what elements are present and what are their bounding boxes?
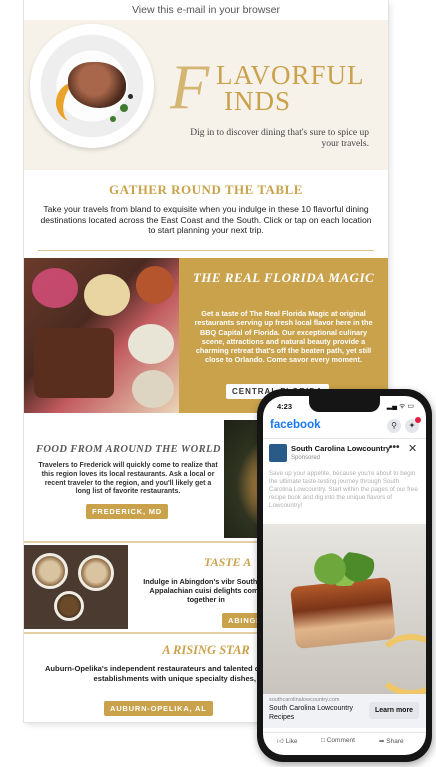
coffee-cup [54,591,84,621]
like-icon: 👍︎ [277,738,286,745]
florida-title: THE REAL FLORIDA MAGIC [192,270,375,285]
like-button[interactable]: 👍︎ Like [277,737,298,745]
post-text: Save up your appetite, because you're ab… [269,470,418,509]
coffee-image[interactable] [24,545,128,629]
pork-belly-image[interactable] [263,524,426,694]
florida-body: Get a taste of The Real Florida Magic at… [194,309,373,365]
link-url: southcarolinalowcountry.com [269,697,340,703]
facebook-header: facebook ⚲ ✦ [263,416,426,439]
herb-garnish [110,116,116,122]
hero-title-line2: INDS [224,86,292,116]
pork-belly [290,576,396,650]
microgreens [309,552,379,586]
hero-subtitle: Dig in to discover dining that's sure to… [190,128,369,149]
status-icons: ▂▄ ᯤ ▭ [386,403,414,410]
page-name[interactable]: South Carolina Lowcountry [291,444,391,453]
status-time: 4:23 [277,402,293,411]
page-avatar[interactable] [269,444,287,462]
abingdon-body: Indulge in Abingdon's vibr Southern Appa… [143,577,269,604]
berry-garnish [128,94,133,99]
gather-heading: GATHER ROUND THE TABLE [109,182,303,197]
hero-title-initial: F [170,51,210,122]
phone-screen: 4:23 ▂▄ ᯤ ▭ facebook ⚲ ✦ South Carolina … [263,396,426,755]
close-icon[interactable]: ✕ [408,442,417,455]
search-icon[interactable]: ⚲ [387,419,401,433]
divider [38,250,374,251]
pasta-garnish [375,634,426,694]
intro-text: Take your travels from bland to exquisit… [40,204,372,235]
hero-banner: F LAVORFUL INDS Dig in to discover dinin… [24,20,388,170]
view-in-browser-link[interactable]: View this e-mail in your browser [24,4,388,16]
post-header: South Carolina Lowcountry Sponsored ••• … [263,442,426,466]
link-preview[interactable]: southcarolinalowcountry.com South Caroli… [263,694,426,728]
post-actions: 👍︎ Like □ Comment ➦ Share [263,732,426,749]
messenger-icon[interactable]: ✦ [405,417,421,433]
frederick-body: Travelers to Frederick will quickly come… [38,462,218,496]
facebook-logo[interactable]: facebook [270,419,321,431]
frederick-button[interactable]: FREDERICK, MD [86,504,168,519]
more-options-icon[interactable]: ••• [389,442,400,453]
link-title: South Carolina Lowcountry Recipes [269,705,354,721]
coffee-cup [78,555,114,591]
comment-button[interactable]: □ Comment [321,737,355,744]
auburn-button[interactable]: AUBURN-OPELIKA, AL [104,701,213,716]
herb-garnish [120,104,128,112]
abingdon-title: TASTE A [204,555,252,569]
learn-more-button[interactable]: Learn more [369,702,419,719]
sponsored-label: Sponsored [291,455,321,461]
plate-image [30,24,154,148]
notification-badge [415,417,421,423]
share-button[interactable]: ➦ Share [379,737,404,745]
coffee-cup [32,553,68,589]
frederick-title: FOOD FROM AROUND THE WORLD [36,444,221,455]
phone-frame: 4:23 ▂▄ ᯤ ▭ facebook ⚲ ✦ South Carolina … [257,389,432,762]
phone-notch [309,396,380,412]
bbq-platter-image[interactable] [24,258,179,413]
